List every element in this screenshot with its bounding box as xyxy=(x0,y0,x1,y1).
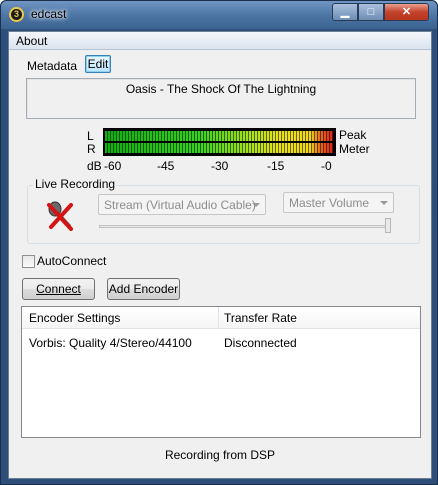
vu-channel-labels: L R xyxy=(87,130,96,156)
autoconnect-checkbox[interactable] xyxy=(22,255,35,268)
column-header-encoder-settings[interactable]: Encoder Settings xyxy=(29,311,120,325)
tick-label: -60 xyxy=(104,159,122,173)
client-area: About Metadata Edit Oasis - The Shock Of… xyxy=(8,31,432,479)
autoconnect-label[interactable]: AutoConnect xyxy=(37,254,106,268)
connect-label: Connect xyxy=(36,282,81,296)
vu-left-bar xyxy=(105,131,333,141)
vu-meter xyxy=(103,128,336,156)
recording-device-value: Stream (Virtual Audio Cable) xyxy=(104,198,256,212)
encoder-list-header: Encoder Settings Transfer Rate xyxy=(22,307,420,329)
close-button[interactable]: ✕ xyxy=(384,3,429,21)
vu-right-label: R xyxy=(87,142,96,156)
title-bar[interactable]: 3 edcast ▁ □ ✕ xyxy=(1,1,437,29)
meter-label: Meter xyxy=(339,142,370,156)
volume-source-select[interactable]: Master Volume xyxy=(283,192,394,213)
tick-label: -30 xyxy=(211,159,229,173)
column-divider[interactable] xyxy=(218,307,219,329)
volume-source-value: Master Volume xyxy=(289,196,370,210)
tick-label: -15 xyxy=(267,159,285,173)
minimize-button[interactable]: ▁ xyxy=(332,3,358,21)
add-encoder-button[interactable]: Add Encoder xyxy=(107,278,180,300)
microphone-disabled-icon[interactable] xyxy=(45,200,77,232)
recording-device-select[interactable]: Stream (Virtual Audio Cable) xyxy=(98,194,266,215)
chevron-down-icon xyxy=(252,203,260,207)
menu-bar: About xyxy=(9,32,431,50)
recording-volume-slider[interactable] xyxy=(99,225,391,228)
chevron-down-icon xyxy=(380,201,388,205)
connect-button[interactable]: Connect xyxy=(22,278,95,300)
status-text: Recording from DSP xyxy=(164,448,276,462)
edcast-window: 3 edcast ▁ □ ✕ About Metadata Edit Oasis… xyxy=(0,0,438,485)
edit-metadata-button[interactable]: Edit xyxy=(85,55,111,73)
vu-right-bar xyxy=(105,143,333,153)
column-header-transfer-rate[interactable]: Transfer Rate xyxy=(224,311,297,325)
metadata-display: Oasis - The Shock Of The Lightning xyxy=(26,78,416,119)
slider-thumb[interactable] xyxy=(385,218,391,233)
app-icon: 3 xyxy=(9,7,24,22)
maximize-button[interactable]: □ xyxy=(358,3,384,21)
transfer-rate-cell: Disconnected xyxy=(224,336,297,350)
peak-meter-label: Peak Meter xyxy=(339,128,370,156)
encoder-settings-cell: Vorbis: Quality 4/Stereo/44100 xyxy=(29,336,192,350)
encoder-list[interactable]: Encoder Settings Transfer Rate Vorbis: Q… xyxy=(21,306,421,438)
db-label: dB xyxy=(87,159,102,173)
live-recording-title: Live Recording xyxy=(33,177,118,191)
menu-about[interactable]: About xyxy=(16,34,47,48)
window-title: edcast xyxy=(31,7,67,21)
now-playing-text: Oasis - The Shock Of The Lightning xyxy=(125,82,317,96)
tick-label: -45 xyxy=(157,159,175,173)
tick-label: -0 xyxy=(321,159,332,173)
metadata-label: Metadata xyxy=(27,59,78,73)
peak-label: Peak xyxy=(339,128,367,142)
